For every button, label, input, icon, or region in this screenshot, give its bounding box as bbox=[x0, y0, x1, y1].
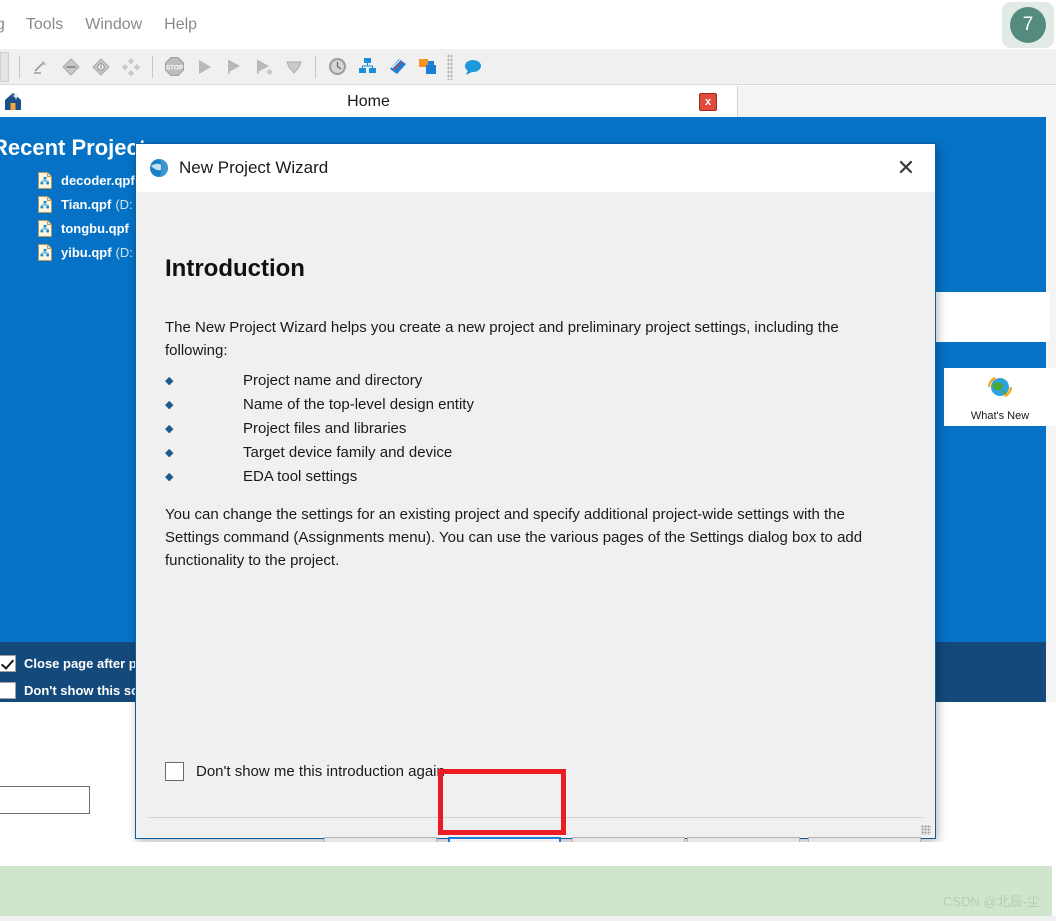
dont-show-screen-checkbox[interactable]: Don't show this scr bbox=[0, 677, 143, 702]
menu-item-tools[interactable]: Tools bbox=[15, 0, 74, 49]
menu-item-window[interactable]: Window bbox=[74, 0, 153, 49]
globe-refresh-icon bbox=[985, 373, 1015, 408]
qpf-file-icon bbox=[38, 172, 52, 189]
dialog-body: Introduction The New Project Wizard help… bbox=[136, 192, 935, 869]
new-project-wizard-dialog: New Project Wizard ✕ Introduction The Ne… bbox=[135, 143, 936, 869]
bullet-diamond-icon: ◆ bbox=[165, 375, 174, 387]
menu-item-settings-clipped[interactable]: g bbox=[0, 0, 15, 49]
checkbox-box bbox=[0, 682, 16, 699]
tab-home[interactable]: Home x bbox=[0, 86, 738, 117]
qpf-file-icon bbox=[38, 196, 52, 213]
recent-project-path: (D: bbox=[115, 245, 133, 260]
list-item: ◆ Project name and directory bbox=[165, 369, 865, 393]
pencil-line-icon[interactable] bbox=[29, 55, 53, 79]
bullet-label: EDA tool settings bbox=[243, 468, 358, 485]
bullet-label: Name of the top-level design entity bbox=[243, 396, 474, 413]
close-icon[interactable]: ✕ bbox=[889, 152, 923, 184]
toolbar-drag-handle[interactable] bbox=[0, 51, 9, 82]
assembler-icon[interactable] bbox=[282, 55, 306, 79]
tab-bar: Home x bbox=[0, 86, 1056, 117]
stop-icon[interactable]: STOP bbox=[162, 55, 186, 79]
list-item: ◆ Project files and libraries bbox=[165, 417, 865, 441]
start-compilation-icon[interactable] bbox=[192, 55, 216, 79]
resize-grip[interactable] bbox=[921, 825, 931, 835]
bullet-label: Project name and directory bbox=[243, 372, 423, 389]
notification-badge[interactable]: 7 bbox=[1002, 2, 1054, 48]
page-title: Introduction bbox=[165, 255, 305, 282]
close-page-after-checkbox[interactable]: Close page after pr bbox=[0, 650, 143, 677]
list-item: ◆ Name of the top-level design entity bbox=[165, 393, 865, 417]
blue-sphere-icon bbox=[148, 157, 170, 179]
notification-badge-count: 7 bbox=[1010, 7, 1046, 43]
fitter-diamond-icon[interactable] bbox=[119, 55, 143, 79]
qpf-file-icon bbox=[38, 244, 52, 261]
recent-projects-list: decoder.qpf Tian.qpf (D: tongbu.qpf yibu… bbox=[38, 170, 139, 266]
bottom-white-strip bbox=[0, 842, 1056, 868]
bullet-label: Project files and libraries bbox=[243, 420, 407, 437]
start-fitter-icon[interactable] bbox=[252, 55, 276, 79]
side-panel-peek bbox=[930, 292, 1050, 342]
dialog-title: New Project Wizard bbox=[179, 158, 329, 177]
programmer-icon[interactable] bbox=[385, 55, 409, 79]
recent-project-name: tongbu.qpf bbox=[61, 221, 129, 236]
checkbox-label: Close page after pr bbox=[24, 656, 142, 671]
watermark-label: CSDN @北辰-尘 bbox=[943, 894, 1040, 909]
pin-planner-icon[interactable] bbox=[355, 55, 379, 79]
bullet-diamond-icon: ◆ bbox=[165, 471, 174, 483]
recent-project-path: (D: bbox=[115, 197, 133, 212]
toolbar-separator-dotted bbox=[447, 53, 453, 80]
list-item[interactable]: tongbu.qpf bbox=[38, 218, 139, 239]
list-item[interactable]: yibu.qpf (D: bbox=[38, 242, 139, 263]
list-item[interactable]: decoder.qpf bbox=[38, 170, 139, 191]
recent-project-name: Tian.qpf bbox=[61, 197, 112, 212]
compile-diamond-icon[interactable] bbox=[59, 55, 83, 79]
analysis-diamond-icon[interactable] bbox=[89, 55, 113, 79]
checkbox-box bbox=[0, 655, 16, 672]
menu-bar: g Tools Window Help bbox=[0, 0, 1056, 49]
bullet-label: Target device family and device bbox=[243, 444, 453, 461]
qpf-file-icon bbox=[38, 220, 52, 237]
toolbar-separator bbox=[19, 55, 20, 78]
search-input[interactable] bbox=[0, 786, 90, 814]
bottom-gray-strip bbox=[0, 916, 1056, 921]
whats-new-card[interactable]: What's New bbox=[944, 368, 1056, 426]
dialog-titlebar[interactable]: New Project Wizard ✕ bbox=[136, 144, 935, 192]
menu-item-help[interactable]: Help bbox=[153, 0, 208, 49]
timing-analyzer-icon[interactable] bbox=[325, 55, 349, 79]
checkbox-label: Don't show this scr bbox=[24, 683, 144, 698]
toolbar-separator bbox=[152, 55, 153, 78]
close-icon[interactable]: x bbox=[699, 93, 717, 111]
intro-paragraph-2: You can change the settings for an exist… bbox=[165, 506, 863, 569]
signal-tap-icon[interactable] bbox=[415, 55, 439, 79]
bullet-diamond-icon: ◆ bbox=[165, 399, 174, 411]
toolbar: STOP bbox=[0, 49, 1056, 85]
dont-show-introduction-checkbox[interactable]: Don't show me this introduction again bbox=[165, 762, 445, 781]
bullet-diamond-icon: ◆ bbox=[165, 447, 174, 459]
svg-text:STOP: STOP bbox=[165, 65, 183, 72]
intro-bullet-list: ◆ Project name and directory ◆ Name of t… bbox=[165, 369, 865, 489]
list-item[interactable]: Tian.qpf (D: bbox=[38, 194, 139, 215]
home-icon bbox=[3, 90, 23, 112]
whats-new-label: What's New bbox=[970, 409, 1030, 422]
tab-home-label: Home bbox=[347, 92, 390, 110]
bottom-green-band: CSDN @北辰-尘 bbox=[0, 866, 1052, 916]
checkbox-label: Don't show me this introduction again bbox=[196, 763, 445, 780]
start-analysis-icon[interactable] bbox=[222, 55, 246, 79]
intro-paragraph-1: The New Project Wizard helps you create … bbox=[165, 319, 839, 359]
toolbar-separator bbox=[315, 55, 316, 78]
chat-bubble-icon[interactable] bbox=[461, 55, 485, 79]
bullet-diamond-icon: ◆ bbox=[165, 423, 174, 435]
list-item: ◆ Target device family and device bbox=[165, 441, 865, 465]
recent-project-name: yibu.qpf bbox=[61, 245, 112, 260]
dialog-divider bbox=[148, 817, 923, 818]
recent-project-name: decoder.qpf bbox=[61, 173, 135, 188]
checkbox-box bbox=[165, 762, 184, 781]
list-item: ◆ EDA tool settings bbox=[165, 465, 865, 489]
